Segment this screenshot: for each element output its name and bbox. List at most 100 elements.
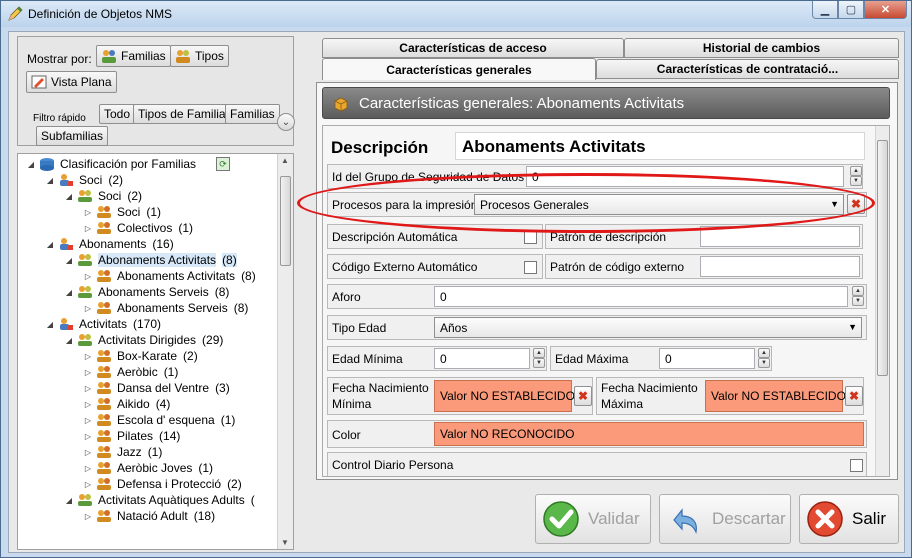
tipos-view-button[interactable]: Tipos xyxy=(170,45,229,67)
tree-item[interactable]: ◢ Activitats Dirigides (29) xyxy=(64,332,223,348)
tree-item[interactable]: ◢ Clasificación por Familias ⟳ xyxy=(26,156,231,172)
tree-item[interactable]: ▷ Aeròbic (1) xyxy=(83,364,178,380)
tree-scrollbar[interactable]: ▲ ▼ xyxy=(277,154,293,549)
tree-collapsed-icon[interactable]: ▷ xyxy=(83,272,93,281)
descripcion-input[interactable]: Abonaments Activitats xyxy=(455,132,865,160)
tree-collapsed-icon[interactable]: ▷ xyxy=(83,224,93,233)
tree-item[interactable]: ▷ Box-Karate (2) xyxy=(83,348,198,364)
tree-item[interactable]: ◢ Soci (2) xyxy=(64,188,142,204)
stepper-down-icon[interactable]: ▼ xyxy=(758,358,770,368)
tree-item[interactable]: ◢ Activitats Aquàtiques Adults ( xyxy=(64,492,255,508)
edad-min-stepper[interactable]: ▲ ▼ xyxy=(533,348,545,369)
tree-item[interactable]: ▷ Abonaments Activitats (8) xyxy=(83,268,256,284)
edad-min-input[interactable]: 0 xyxy=(434,348,530,369)
tree-item[interactable]: ▷ Natació Adult (18) xyxy=(83,508,215,524)
fecha-min-input[interactable]: Valor NO ESTABLECIDO xyxy=(434,380,575,412)
aforo-stepper[interactable]: ▲ ▼ xyxy=(852,286,864,307)
cod-ext-checkbox[interactable] xyxy=(524,261,537,274)
title-bar[interactable]: Definición de Objetos NMS ▁ ▢ ✕ xyxy=(1,1,911,27)
tree-collapsed-icon[interactable]: ▷ xyxy=(83,368,93,377)
descartar-button[interactable]: Descartar xyxy=(659,494,791,544)
tree-item[interactable]: ▷ Dansa del Ventre (3) xyxy=(83,380,230,396)
aforo-input[interactable]: 0 xyxy=(434,286,848,307)
tree-collapsed-icon[interactable]: ▷ xyxy=(83,352,93,361)
edad-max-stepper[interactable]: ▲ ▼ xyxy=(758,348,770,369)
tree-expanded-icon[interactable]: ◢ xyxy=(45,176,55,185)
tree-item[interactable]: ◢ Abonaments (16) xyxy=(45,236,174,252)
clear-fecha-max-button[interactable]: ✖ xyxy=(845,386,863,406)
desc-auto-checkbox[interactable] xyxy=(524,231,537,244)
filter-todo-button[interactable]: Todo xyxy=(99,104,136,124)
filter-subfamilias-button[interactable]: Subfamilias xyxy=(36,126,109,146)
tipo-edad-select[interactable]: Años ▼ xyxy=(434,317,862,338)
tree-item[interactable]: ◢ Activitats (170) xyxy=(45,316,161,332)
tree-item[interactable]: ◢ Soci (2) xyxy=(45,172,123,188)
tree-collapsed-icon[interactable]: ▷ xyxy=(83,448,93,457)
patron-cod-input[interactable] xyxy=(700,256,860,277)
filter-tipos-familia-button[interactable]: Tipos de Familia xyxy=(133,104,231,124)
tree-scroll-thumb[interactable] xyxy=(280,176,291,266)
tree-expanded-icon[interactable]: ◢ xyxy=(64,256,74,265)
filter-familias-button[interactable]: Familias xyxy=(225,104,280,124)
tree-item[interactable]: ▷ Soci (1) xyxy=(83,204,161,220)
stepper-up-icon[interactable]: ▲ xyxy=(852,286,864,296)
tab-historial-cambios[interactable]: Historial de cambios xyxy=(624,38,899,58)
maximize-button[interactable]: ▢ xyxy=(838,1,864,19)
tree-item[interactable]: ▷ Abonaments Serveis (8) xyxy=(83,300,248,316)
tree-item[interactable]: ▷ Pilates (14) xyxy=(83,428,180,444)
tree-expanded-icon[interactable]: ◢ xyxy=(26,160,36,169)
tree-expanded-icon[interactable]: ◢ xyxy=(64,336,74,345)
familias-view-button[interactable]: Familias xyxy=(96,45,171,67)
tree-item[interactable]: ▷ Aikido (4) xyxy=(83,396,170,412)
form-scroll-thumb[interactable] xyxy=(877,140,888,376)
color-input[interactable]: Valor NO RECONOCIDO xyxy=(434,422,864,446)
tree-collapsed-icon[interactable]: ▷ xyxy=(83,432,93,441)
control-diario-checkbox[interactable] xyxy=(850,459,863,472)
salir-button[interactable]: Salir xyxy=(799,494,899,544)
tree-item-count: (4) xyxy=(155,397,171,411)
tab-caracteristicas-contratacion[interactable]: Características de contratació... xyxy=(596,59,899,79)
vista-plana-button[interactable]: Vista Plana xyxy=(26,71,117,93)
stepper-down-icon[interactable]: ▼ xyxy=(852,296,864,306)
scroll-down-icon[interactable]: ▼ xyxy=(281,538,289,547)
stepper-up-icon[interactable]: ▲ xyxy=(758,348,770,358)
stepper-up-icon[interactable]: ▲ xyxy=(850,166,862,176)
stepper-down-icon[interactable]: ▼ xyxy=(533,358,545,368)
tree-item[interactable]: ▷ Defensa i Protecció (2) xyxy=(83,476,242,492)
close-window-button[interactable]: ✕ xyxy=(864,1,907,19)
stepper-up-icon[interactable]: ▲ xyxy=(533,348,545,358)
minimize-button[interactable]: ▁ xyxy=(812,1,838,19)
tree-collapsed-icon[interactable]: ▷ xyxy=(83,464,93,473)
tree-collapsed-icon[interactable]: ▷ xyxy=(83,208,93,217)
tree-item[interactable]: ▷ Aeròbic Joves (1) xyxy=(83,460,213,476)
expand-filters-button[interactable]: ⌄ xyxy=(277,113,295,131)
tree-collapsed-icon[interactable]: ▷ xyxy=(83,304,93,313)
tree-expanded-icon[interactable]: ◢ xyxy=(45,320,55,329)
scroll-up-icon[interactable]: ▲ xyxy=(281,156,289,165)
tab-caracteristicas-generales[interactable]: Características generales xyxy=(322,58,596,80)
tab-caracteristicas-acceso[interactable]: Características de acceso xyxy=(322,38,624,58)
tree-item[interactable]: ◢ Abonaments Serveis (8) xyxy=(64,284,229,300)
tree-collapsed-icon[interactable]: ▷ xyxy=(83,384,93,393)
clear-fecha-min-button[interactable]: ✖ xyxy=(574,386,592,406)
tree-expanded-icon[interactable]: ◢ xyxy=(64,192,74,201)
edad-max-input[interactable]: 0 xyxy=(659,348,755,369)
fecha-max-input[interactable]: Valor NO ESTABLECIDO xyxy=(705,380,846,412)
tree-expanded-icon[interactable]: ◢ xyxy=(45,240,55,249)
id-grupo-stepper[interactable]: ▲ ▼ xyxy=(850,166,862,187)
tree-item[interactable]: ▷ Colectivos (1) xyxy=(83,220,193,236)
form-scrollbar[interactable] xyxy=(875,126,889,476)
tree-item[interactable]: ◢ Abonaments Activitats (8) xyxy=(64,252,237,268)
tree-collapsed-icon[interactable]: ▷ xyxy=(83,480,93,489)
tree-item[interactable]: ▷ Escola d' esquena (1) xyxy=(83,412,235,428)
tree-expanded-icon[interactable]: ◢ xyxy=(64,496,74,505)
stepper-down-icon[interactable]: ▼ xyxy=(850,176,862,186)
tree-item[interactable]: ▷ Jazz (1) xyxy=(83,444,162,460)
family-tree[interactable]: ◢ Clasificación por Familias ⟳ ◢ Soci (2) ◢ Soc… xyxy=(17,153,294,550)
tree-collapsed-icon[interactable]: ▷ xyxy=(83,416,93,425)
tree-collapsed-icon[interactable]: ▷ xyxy=(83,512,93,521)
refresh-tree-icon[interactable]: ⟳ xyxy=(216,157,231,171)
tree-collapsed-icon[interactable]: ▷ xyxy=(83,400,93,409)
validar-button[interactable]: Validar xyxy=(535,494,651,544)
tree-expanded-icon[interactable]: ◢ xyxy=(64,288,74,297)
